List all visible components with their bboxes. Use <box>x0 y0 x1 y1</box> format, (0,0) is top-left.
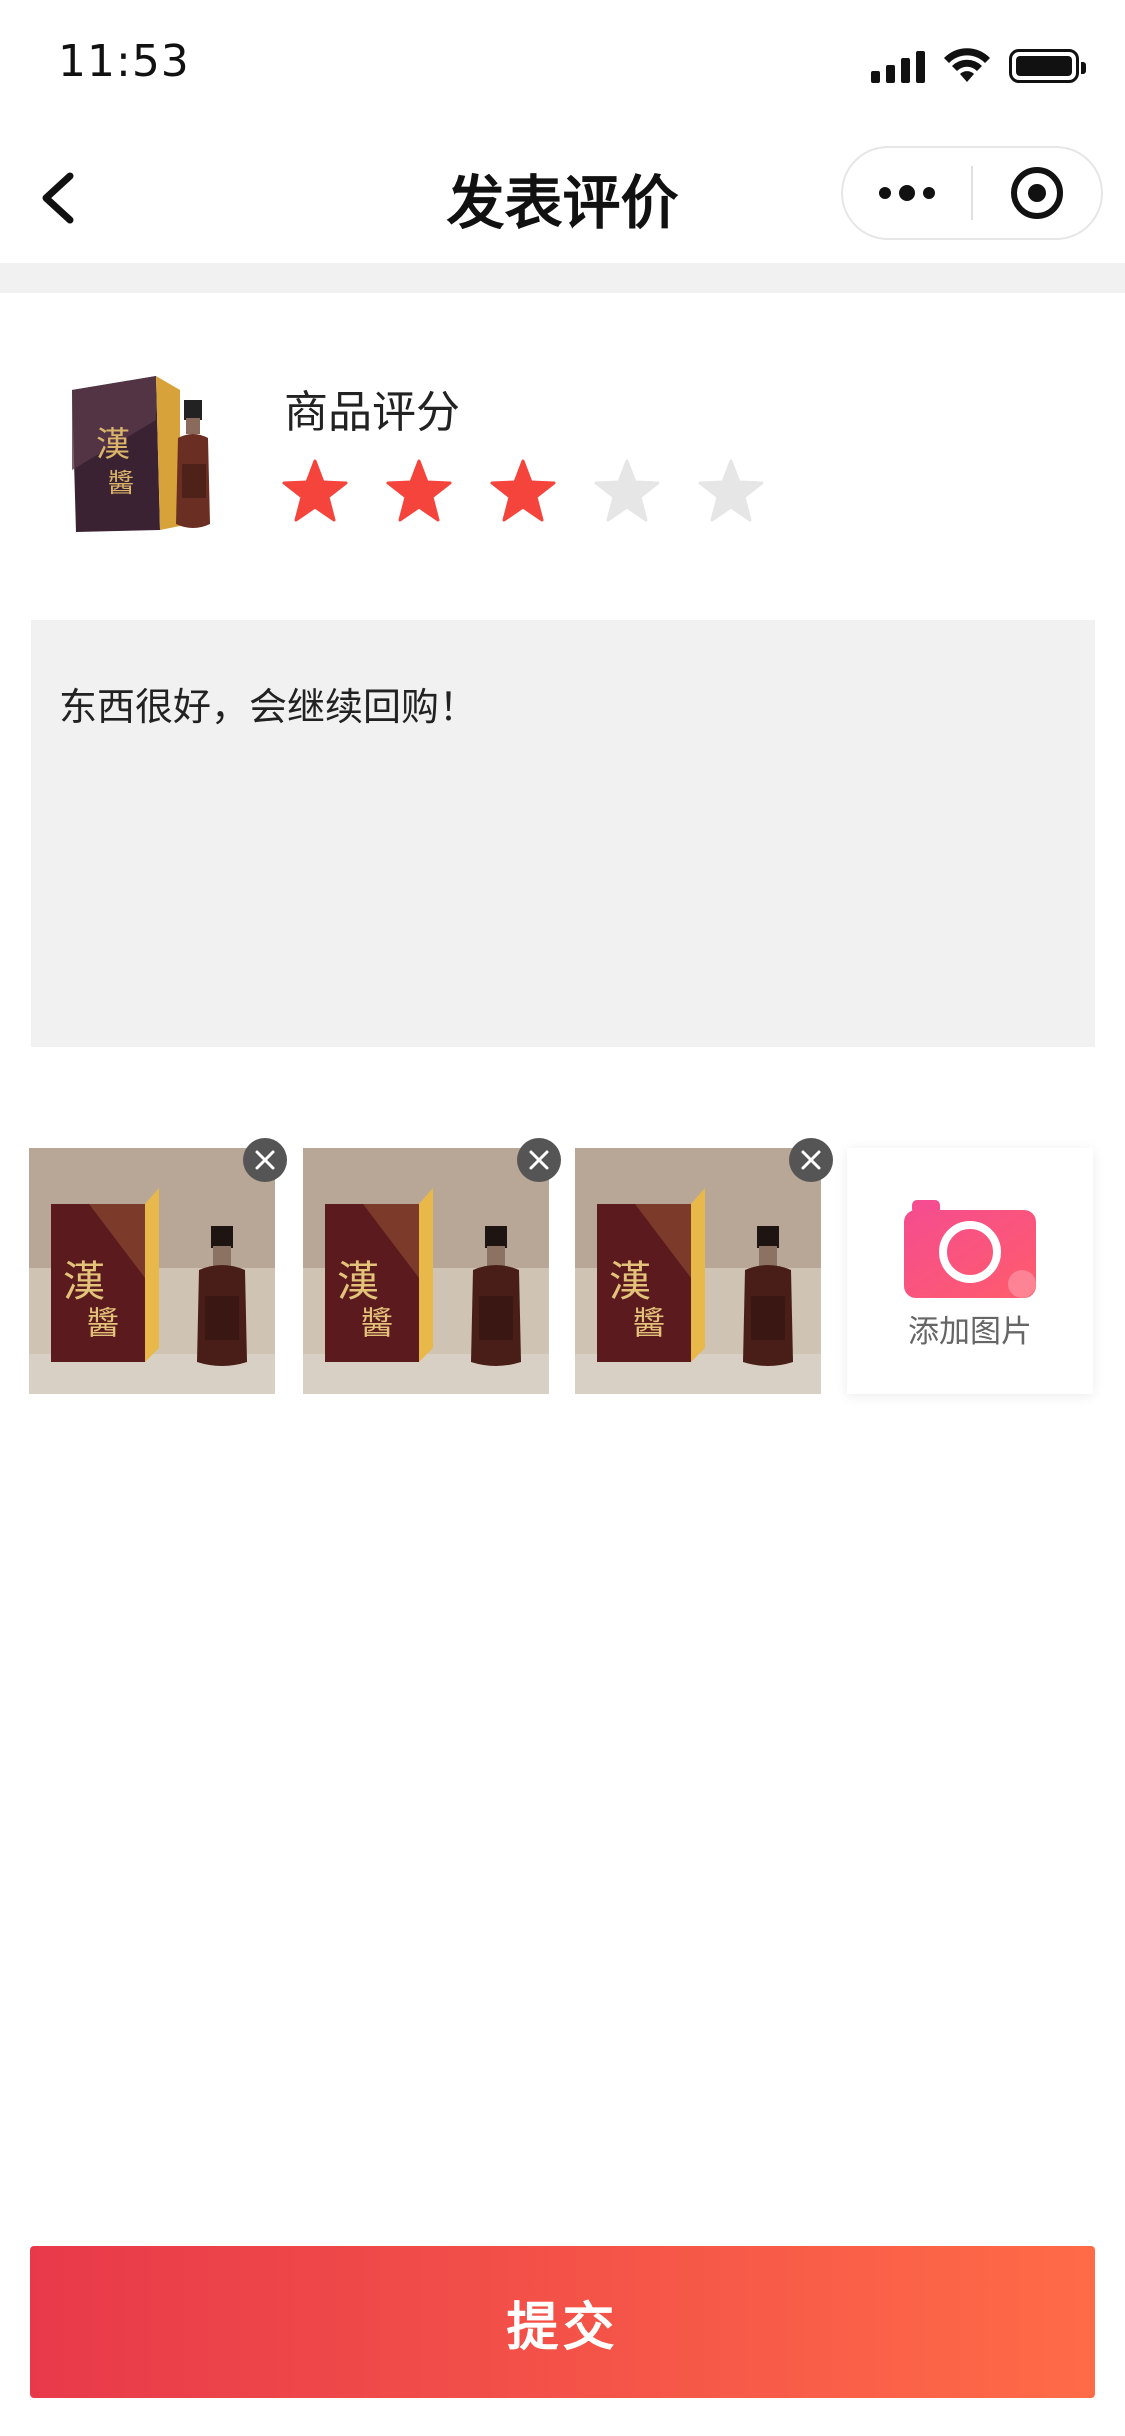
status-bar: 11:53 <box>0 0 1125 132</box>
close-miniprogram-button[interactable] <box>973 148 1101 238</box>
status-time: 11:53 <box>58 36 190 87</box>
liquor-photo: 漢醬 <box>29 1148 275 1394</box>
uploaded-photo[interactable]: 漢醬 <box>29 1138 287 1394</box>
svg-text:醬: 醬 <box>361 1304 393 1342</box>
svg-text:醬: 醬 <box>87 1304 119 1342</box>
submit-button[interactable]: 提交 <box>30 2246 1095 2398</box>
target-circle-icon <box>1010 167 1063 219</box>
uploaded-photo[interactable]: 漢醬 <box>303 1138 561 1394</box>
review-page: 11:53 发表评价 漢 醬 商品评分 东西很好，会继续回购！ 漢 醬 漢 醬 … <box>0 0 1125 2436</box>
camera-icon <box>904 1199 1036 1298</box>
svg-text:漢: 漢 <box>337 1257 379 1306</box>
close-icon <box>255 1150 275 1170</box>
star-icon[interactable] <box>698 458 764 524</box>
product-image: 漢 醬 <box>56 360 236 540</box>
remove-photo-button[interactable] <box>789 1138 833 1182</box>
section-divider <box>0 263 1125 293</box>
remove-photo-button[interactable] <box>517 1138 561 1182</box>
svg-text:漢: 漢 <box>96 425 130 465</box>
uploaded-photo[interactable]: 漢醬 <box>575 1138 833 1394</box>
photo-uploads: 漢醬漢醬漢醬 添加图片 <box>29 1138 1099 1398</box>
svg-text:醬: 醬 <box>108 469 134 499</box>
svg-text:醬: 醬 <box>633 1304 665 1342</box>
nav-bar: 发表评价 <box>0 132 1125 264</box>
star-icon[interactable] <box>594 458 660 524</box>
status-icons <box>871 46 1086 86</box>
signal-icon <box>871 49 925 83</box>
star-icon[interactable] <box>386 458 452 524</box>
liquor-photo: 漢醬 <box>303 1148 549 1394</box>
rating-label: 商品评分 <box>284 387 460 438</box>
review-text: 东西很好，会继续回购！ <box>59 685 478 729</box>
remove-photo-button[interactable] <box>243 1138 287 1182</box>
battery-icon <box>1009 49 1086 83</box>
close-icon <box>529 1150 549 1170</box>
close-icon <box>801 1150 821 1170</box>
mini-program-capsule <box>841 146 1103 240</box>
more-dots-icon <box>879 185 935 201</box>
wifi-icon <box>944 48 990 82</box>
add-photo-label: 添加图片 <box>908 1313 1032 1350</box>
star-icon[interactable] <box>490 458 556 524</box>
star-rating <box>282 458 764 524</box>
svg-text:漢: 漢 <box>609 1257 651 1306</box>
liquor-photo: 漢醬 <box>575 1148 821 1394</box>
star-icon[interactable] <box>282 458 348 524</box>
add-photo-button[interactable]: 添加图片 <box>847 1148 1093 1394</box>
review-textarea[interactable]: 东西很好，会继续回购！ <box>31 620 1095 1047</box>
svg-text:漢: 漢 <box>63 1257 105 1306</box>
more-button[interactable] <box>843 148 971 238</box>
